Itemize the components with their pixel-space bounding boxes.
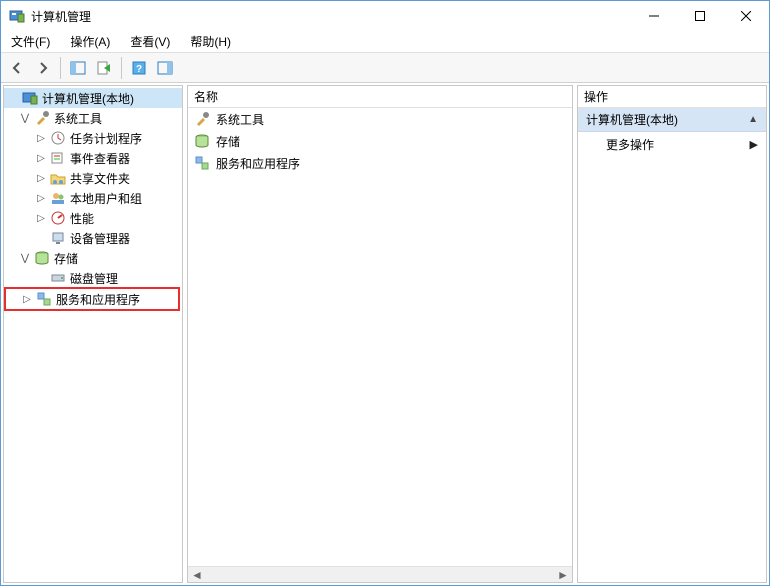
horizontal-scrollbar[interactable]: ◄ ► — [188, 566, 572, 582]
tree-services-apps[interactable]: ▷ 服务和应用程序 — [6, 289, 178, 309]
tree-local-users[interactable]: ▷ 本地用户和组 — [4, 188, 182, 208]
list-item-system-tools[interactable]: 系统工具 — [188, 108, 572, 130]
export-list-button[interactable] — [92, 56, 116, 80]
actions-section-label: 计算机管理(本地) — [586, 111, 678, 128]
actions-pane-button[interactable] — [153, 56, 177, 80]
chevron-right-icon[interactable]: ▷ — [34, 211, 48, 225]
event-viewer-icon — [50, 150, 66, 166]
forward-button[interactable] — [31, 56, 55, 80]
chevron-right-icon[interactable]: ▷ — [34, 131, 48, 145]
minimize-button[interactable] — [631, 1, 677, 31]
tree-storage[interactable]: ⋁ 存储 — [4, 248, 182, 268]
list-item-services-apps[interactable]: 服务和应用程序 — [188, 152, 572, 174]
window-title: 计算机管理 — [31, 8, 631, 25]
menu-help[interactable]: 帮助(H) — [186, 31, 235, 52]
chevron-right-icon[interactable]: ▷ — [34, 171, 48, 185]
clock-icon — [50, 130, 66, 146]
navigation-tree: ▶ 计算机管理(本地) ⋁ 系统工具 ▷ 任务计划程序 — [4, 86, 182, 582]
actions-header: 操作 — [578, 86, 766, 108]
actions-more-actions[interactable]: 更多操作 ▶ — [578, 132, 766, 157]
chevron-right-icon[interactable]: ▷ — [20, 292, 34, 306]
menu-view[interactable]: 查看(V) — [126, 31, 174, 52]
toolbar-separator — [60, 57, 61, 79]
toolbar-separator — [121, 57, 122, 79]
show-hide-tree-button[interactable] — [66, 56, 90, 80]
help-button[interactable]: ? — [127, 56, 151, 80]
chevron-right-icon[interactable]: ▷ — [34, 151, 48, 165]
tree-event-viewer[interactable]: ▷ 事件查看器 — [4, 148, 182, 168]
list-item-label: 存储 — [216, 133, 240, 150]
tree-task-scheduler[interactable]: ▷ 任务计划程序 — [4, 128, 182, 148]
list-item-label: 服务和应用程序 — [216, 155, 300, 172]
tree-performance[interactable]: ▷ 性能 — [4, 208, 182, 228]
tree-panel: ▶ 计算机管理(本地) ⋁ 系统工具 ▷ 任务计划程序 — [3, 85, 183, 583]
tree-system-tools[interactable]: ⋁ 系统工具 — [4, 108, 182, 128]
tree-shared-folders[interactable]: ▷ 共享文件夹 — [4, 168, 182, 188]
services-icon — [194, 155, 210, 171]
menu-file[interactable]: 文件(F) — [7, 31, 54, 52]
tree-label: 设备管理器 — [70, 230, 130, 247]
storage-icon — [34, 250, 50, 266]
list-column-header-name[interactable]: 名称 — [188, 86, 572, 108]
tree-label: 事件查看器 — [70, 150, 130, 167]
column-label: 名称 — [194, 88, 218, 105]
tree-label: 磁盘管理 — [70, 270, 118, 287]
tools-icon — [34, 110, 50, 126]
tools-icon — [194, 111, 210, 127]
chevron-down-icon[interactable]: ⋁ — [18, 111, 32, 125]
computer-management-icon — [22, 90, 38, 106]
scroll-right-icon[interactable]: ► — [556, 568, 570, 582]
highlight-box: ▷ 服务和应用程序 — [4, 287, 180, 311]
main-area: ▶ 计算机管理(本地) ⋁ 系统工具 ▷ 任务计划程序 — [1, 83, 769, 585]
list-item-label: 系统工具 — [216, 111, 264, 128]
tree-label: 共享文件夹 — [70, 170, 130, 187]
tree-label: 存储 — [54, 250, 78, 267]
list-panel: 名称 系统工具 存储 服务和应用程序 ◄ — [187, 85, 573, 583]
tree-label: 任务计划程序 — [70, 130, 142, 147]
actions-item-label: 更多操作 — [606, 136, 654, 153]
toolbar: ? — [1, 53, 769, 83]
device-manager-icon — [50, 230, 66, 246]
computer-management-icon — [9, 8, 25, 24]
chevron-down-icon[interactable]: ⋁ — [18, 251, 32, 265]
chevron-right-icon: ▶ — [750, 138, 758, 151]
shared-folder-icon — [50, 170, 66, 186]
list-item-storage[interactable]: 存储 — [188, 130, 572, 152]
tree-label: 计算机管理(本地) — [42, 90, 134, 107]
menu-action[interactable]: 操作(A) — [66, 31, 114, 52]
menubar: 文件(F) 操作(A) 查看(V) 帮助(H) — [1, 31, 769, 53]
window-controls — [631, 1, 769, 31]
disk-icon — [50, 270, 66, 286]
tree-disk-management[interactable]: ▷ 磁盘管理 — [4, 268, 182, 288]
tree-label: 本地用户和组 — [70, 190, 142, 207]
tree-device-manager[interactable]: ▷ 设备管理器 — [4, 228, 182, 248]
svg-text:?: ? — [136, 64, 142, 75]
chevron-up-icon: ▲ — [748, 114, 758, 125]
tree-label: 系统工具 — [54, 110, 102, 127]
services-icon — [36, 291, 52, 307]
tree-root[interactable]: ▶ 计算机管理(本地) — [4, 88, 182, 108]
actions-panel: 操作 计算机管理(本地) ▲ 更多操作 ▶ — [577, 85, 767, 583]
tree-label: 性能 — [70, 210, 94, 227]
scroll-left-icon[interactable]: ◄ — [190, 568, 204, 582]
tree-label: 服务和应用程序 — [56, 291, 140, 308]
chevron-right-icon[interactable]: ▷ — [34, 191, 48, 205]
maximize-button[interactable] — [677, 1, 723, 31]
storage-icon — [194, 133, 210, 149]
actions-header-label: 操作 — [584, 88, 608, 105]
performance-icon — [50, 210, 66, 226]
actions-section-header[interactable]: 计算机管理(本地) ▲ — [578, 108, 766, 132]
actions-body: 计算机管理(本地) ▲ 更多操作 ▶ — [578, 108, 766, 582]
back-button[interactable] — [5, 56, 29, 80]
users-icon — [50, 190, 66, 206]
close-button[interactable] — [723, 1, 769, 31]
titlebar: 计算机管理 — [1, 1, 769, 31]
list-body: 系统工具 存储 服务和应用程序 — [188, 108, 572, 566]
